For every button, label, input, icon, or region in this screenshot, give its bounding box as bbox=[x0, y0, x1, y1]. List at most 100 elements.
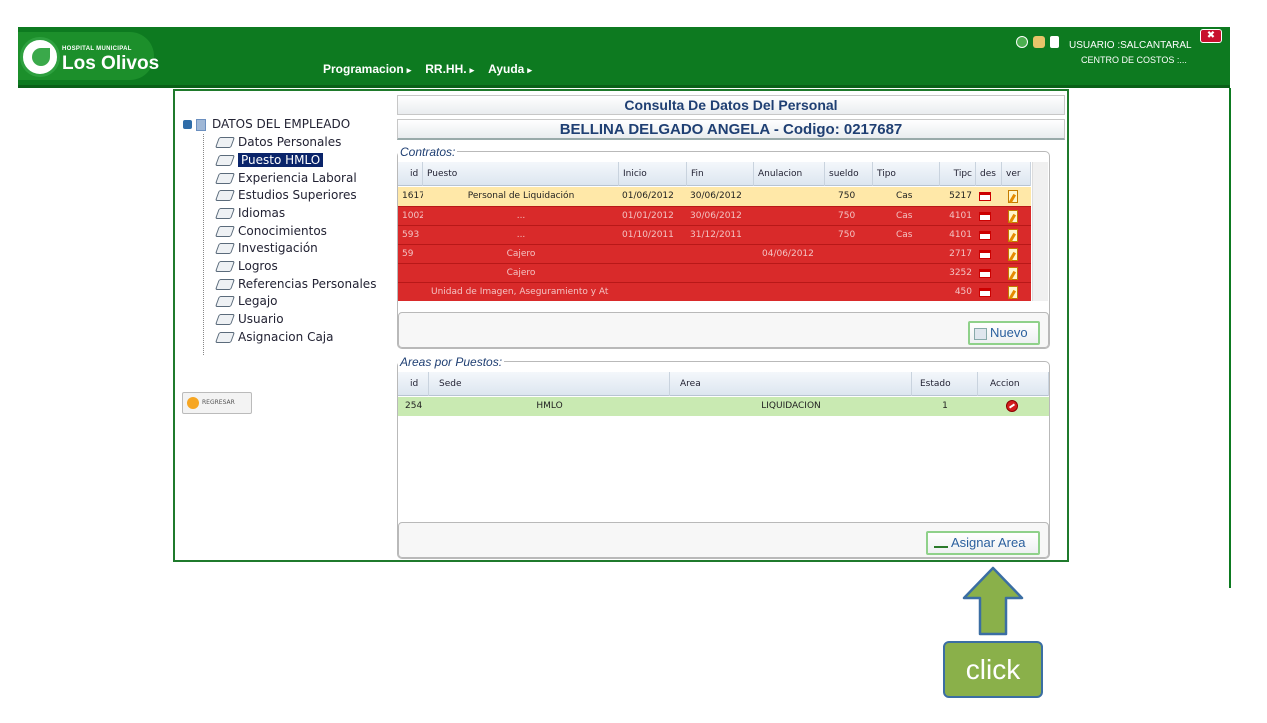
document-icon[interactable] bbox=[979, 283, 999, 302]
col-puesto[interactable]: Puesto bbox=[423, 162, 619, 186]
employee-header: BELLINA DELGADO ANGELA - Codigo: 0217687 bbox=[397, 119, 1065, 140]
logo-subtitle: HOSPITAL MUNICIPAL bbox=[62, 46, 132, 52]
col-tipc[interactable]: Tipc bbox=[940, 162, 976, 186]
edit-icon[interactable] bbox=[1008, 283, 1026, 302]
edit-node-icon bbox=[214, 137, 236, 148]
col-area-id[interactable]: id bbox=[398, 372, 429, 396]
tree-item-idiomas[interactable]: Idiomas bbox=[214, 205, 285, 222]
edit-icon[interactable] bbox=[1008, 187, 1026, 206]
col-ver[interactable]: ver bbox=[1002, 162, 1031, 186]
nuevo-button[interactable]: Nuevo bbox=[968, 321, 1040, 345]
lock-icon[interactable] bbox=[1050, 36, 1059, 48]
close-icon[interactable]: ✖ bbox=[1200, 29, 1222, 43]
contract-row[interactable]: Unidad de Imagen, Aseguramiento y At 450 bbox=[398, 282, 1031, 301]
cost-center-label: CENTRO DE COSTOS :... bbox=[1081, 55, 1187, 65]
col-tipo[interactable]: Tipo bbox=[873, 162, 940, 186]
col-accion[interactable]: Accion bbox=[978, 372, 1049, 396]
tree-item-asignacion-caja[interactable]: Asignacion Caja bbox=[214, 329, 333, 346]
folder-icon bbox=[196, 118, 206, 131]
col-fin[interactable]: Fin bbox=[687, 162, 754, 186]
area-row[interactable]: 254 HMLO LIQUIDACION 1 bbox=[398, 397, 1049, 416]
col-estado[interactable]: Estado bbox=[912, 372, 978, 396]
delete-icon[interactable] bbox=[1006, 397, 1022, 416]
contracts-legend: Contratos: bbox=[398, 145, 458, 159]
contracts-fieldset: Contratos: id Puesto Inicio Fin Anulacio… bbox=[397, 145, 1050, 349]
edit-node-icon bbox=[214, 314, 236, 325]
areas-toolbar: Asignar Area bbox=[398, 522, 1049, 558]
add-icon bbox=[974, 327, 987, 340]
user-icon[interactable] bbox=[1033, 36, 1045, 48]
tree-item-experiencia-laboral[interactable]: Experiencia Laboral bbox=[214, 170, 357, 187]
page-title: Consulta De Datos Del Personal bbox=[397, 95, 1065, 115]
col-sede[interactable]: Sede bbox=[429, 372, 670, 396]
tree-root-label: DATOS DEL EMPLEADO bbox=[212, 117, 351, 131]
edit-node-icon bbox=[214, 173, 236, 184]
menu-ayuda[interactable]: Ayuda bbox=[488, 62, 532, 76]
tree-item-datos-personales[interactable]: Datos Personales bbox=[214, 134, 341, 151]
tree-item-investigacion[interactable]: Investigación bbox=[214, 240, 318, 257]
areas-grid-header: id Sede Area Estado Accion bbox=[398, 372, 1049, 396]
edit-node-icon bbox=[214, 261, 236, 272]
menu-programacion[interactable]: Programacion bbox=[323, 62, 411, 76]
collapse-icon[interactable] bbox=[183, 120, 192, 129]
edit-node-icon bbox=[214, 243, 236, 254]
edit-node-icon bbox=[214, 296, 236, 307]
app-root: HOSPITAL MUNICIPAL Los Olivos Programaci… bbox=[0, 0, 1267, 723]
edit-node-icon bbox=[214, 208, 236, 219]
tree-item-referencias-personales[interactable]: Referencias Personales bbox=[214, 276, 376, 293]
tree-root[interactable]: DATOS DEL EMPLEADO bbox=[183, 117, 350, 131]
leaf-logo-icon bbox=[20, 37, 60, 77]
document-icon[interactable] bbox=[979, 226, 999, 245]
back-arrow-icon bbox=[187, 396, 199, 409]
contracts-grid: id Puesto Inicio Fin Anulacion sueldo Ti… bbox=[398, 162, 1049, 308]
edit-node-icon bbox=[214, 332, 236, 343]
col-des[interactable]: des bbox=[976, 162, 1002, 186]
document-icon[interactable] bbox=[979, 245, 999, 264]
areas-legend: Areas por Puestos: bbox=[398, 355, 505, 369]
globe-icon[interactable] bbox=[1016, 36, 1028, 48]
tree-item-usuario[interactable]: Usuario bbox=[214, 311, 284, 328]
edit-node-icon bbox=[214, 155, 236, 166]
contract-row[interactable]: Cajero 3252 bbox=[398, 263, 1031, 282]
tree-item-conocimientos[interactable]: Conocimientos bbox=[214, 223, 327, 240]
tree-item-puesto-hmlo[interactable]: Puesto HMLO bbox=[214, 152, 324, 169]
top-header: HOSPITAL MUNICIPAL Los Olivos Programaci… bbox=[18, 27, 1230, 88]
contract-row[interactable]: 1617 Personal de Liquidación 01/06/2012 … bbox=[398, 187, 1031, 206]
header-icons bbox=[1016, 36, 1059, 48]
col-area[interactable]: Area bbox=[670, 372, 912, 396]
click-annotation: click bbox=[943, 641, 1043, 698]
asignar-area-button[interactable]: Asignar Area bbox=[926, 531, 1040, 555]
user-label: USUARIO :SALCANTARAL bbox=[1069, 40, 1192, 51]
edit-icon[interactable] bbox=[1008, 264, 1026, 283]
edit-icon[interactable] bbox=[1008, 245, 1026, 264]
edit-node-icon bbox=[214, 190, 236, 201]
document-icon[interactable] bbox=[979, 207, 999, 226]
back-button[interactable]: REGRESAR bbox=[182, 392, 252, 414]
hierarchy-icon bbox=[934, 540, 948, 548]
col-inicio[interactable]: Inicio bbox=[619, 162, 687, 186]
col-anulacion[interactable]: Anulacion bbox=[754, 162, 825, 186]
document-icon[interactable] bbox=[979, 264, 999, 283]
tree-item-legajo[interactable]: Legajo bbox=[214, 293, 278, 310]
edit-icon[interactable] bbox=[1008, 226, 1026, 245]
contracts-grid-header: id Puesto Inicio Fin Anulacion sueldo Ti… bbox=[398, 162, 1031, 186]
edit-icon[interactable] bbox=[1008, 207, 1026, 226]
contract-row[interactable]: 593 ... 01/10/2011 31/12/2011 750 Cas 41… bbox=[398, 225, 1031, 244]
hospital-logo[interactable]: HOSPITAL MUNICIPAL Los Olivos bbox=[18, 32, 159, 80]
menu-rrhh[interactable]: RR.HH. bbox=[425, 62, 474, 76]
tree-connector bbox=[203, 134, 204, 355]
areas-fieldset: Areas por Puestos: id Sede Area Estado A… bbox=[397, 355, 1050, 559]
contract-row[interactable]: 1002 ... 01/01/2012 30/06/2012 750 Cas 4… bbox=[398, 206, 1031, 225]
col-sueldo[interactable]: sueldo bbox=[825, 162, 873, 186]
main-menu: Programacion RR.HH. Ayuda bbox=[323, 62, 532, 76]
areas-grid: id Sede Area Estado Accion 254 HMLO LIQU… bbox=[398, 372, 1049, 520]
contracts-toolbar: Nuevo bbox=[398, 312, 1049, 348]
col-id[interactable]: id bbox=[398, 162, 423, 186]
logo-title: Los Olivos bbox=[62, 53, 160, 74]
tree-item-estudios-superiores[interactable]: Estudios Superiores bbox=[214, 187, 357, 204]
contracts-scrollbar[interactable] bbox=[1032, 162, 1048, 301]
up-arrow-annotation bbox=[962, 566, 1024, 636]
document-icon[interactable] bbox=[979, 187, 999, 206]
contract-row[interactable]: 59 Cajero 04/06/2012 2717 bbox=[398, 244, 1031, 263]
tree-item-logros[interactable]: Logros bbox=[214, 258, 278, 275]
